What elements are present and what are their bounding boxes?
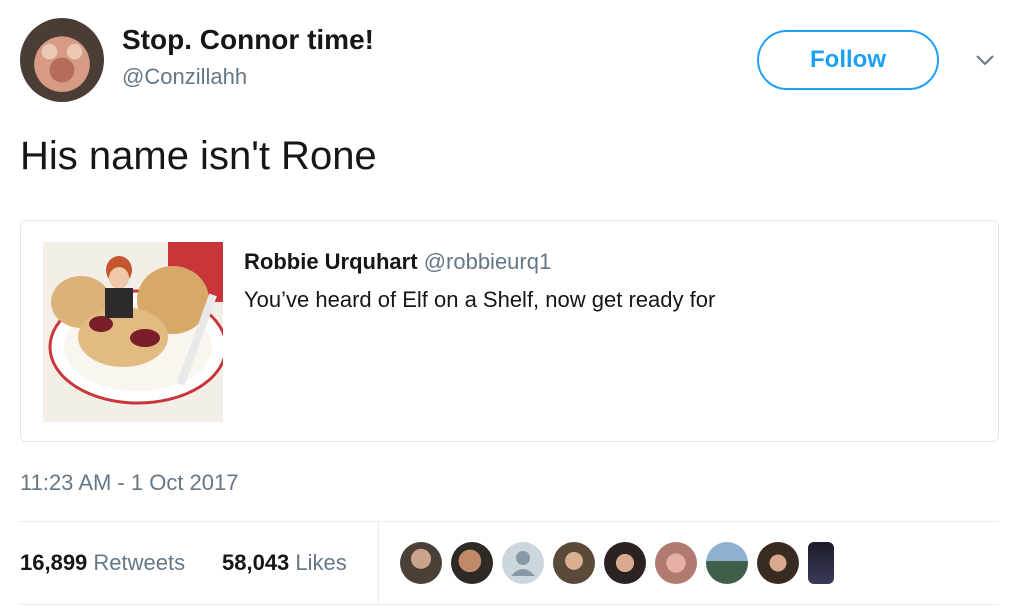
tweet-text: His name isn't Rone xyxy=(20,134,377,178)
default-avatar-icon[interactable] xyxy=(502,542,544,584)
liker-avatar[interactable] xyxy=(655,542,697,584)
retweets-count: 16,899 xyxy=(20,550,88,575)
follow-button[interactable]: Follow xyxy=(757,30,939,90)
retweets-stat[interactable]: 16,899 Retweets xyxy=(20,550,185,576)
quote-author-name: Robbie Urquhart xyxy=(244,249,418,274)
liker-avatar[interactable] xyxy=(553,542,595,584)
stats-divider-top xyxy=(20,521,999,522)
tweet-timestamp[interactable]: 11:23 AM - 1 Oct 2017 xyxy=(20,470,239,496)
liker-avatar[interactable] xyxy=(604,542,646,584)
quote-thumbnail-image xyxy=(43,242,223,422)
stats-divider-bottom xyxy=(20,604,999,605)
stats-vertical-divider xyxy=(378,521,379,605)
quote-author[interactable]: Robbie Urquhart @robbieurq1 xyxy=(244,249,551,275)
quote-text: You’ve heard of Elf on a Shelf, now get … xyxy=(244,287,716,312)
liker-avatar[interactable] xyxy=(400,542,442,584)
quoted-tweet-card[interactable]: Robbie Urquhart @robbieurq1 You’ve heard… xyxy=(20,220,999,442)
likes-label: Likes xyxy=(295,550,347,575)
liker-avatar[interactable] xyxy=(808,542,834,584)
likes-count: 58,043 xyxy=(222,550,290,575)
author-handle[interactable]: @Conzillahh xyxy=(122,64,247,90)
liker-avatar[interactable] xyxy=(757,542,799,584)
author-display-name[interactable]: Stop. Connor time! xyxy=(122,24,374,56)
quote-author-handle: @robbieurq1 xyxy=(423,249,552,274)
liker-avatar[interactable] xyxy=(451,542,493,584)
retweets-label: Retweets xyxy=(93,550,186,575)
likes-stat[interactable]: 58,043 Likes xyxy=(222,550,347,576)
author-avatar[interactable] xyxy=(20,18,104,102)
chevron-down-icon[interactable] xyxy=(974,52,996,68)
liker-avatar[interactable] xyxy=(706,542,748,584)
